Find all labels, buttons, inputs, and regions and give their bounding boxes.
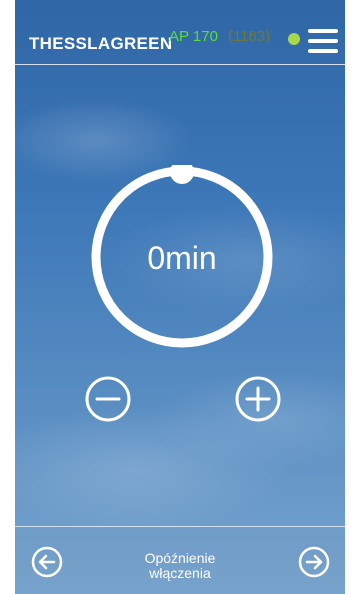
delay-value: 0min (147, 240, 217, 276)
arrow-right-circle-icon (298, 546, 330, 578)
connection-status-icon (288, 33, 300, 45)
screen-title-line1: Opóźnienie (144, 550, 216, 566)
device-serial: (1163) (228, 28, 271, 45)
increase-button[interactable] (234, 375, 282, 423)
decrease-button[interactable] (84, 375, 132, 423)
dial-handle[interactable] (170, 165, 194, 184)
plus-circle-icon (235, 376, 281, 422)
top-bar: THESSLAGREEN AP 170 (1163) (15, 0, 345, 65)
screen-title: Opóźnienie włączenia (105, 551, 255, 581)
screen-title-line2: włączenia (149, 565, 211, 581)
bottom-nav: Opóźnienie włączenia (15, 526, 345, 594)
previous-button[interactable] (31, 546, 63, 578)
app-screen: THESSLAGREEN AP 170 (1163) 0min Opóźnien… (15, 0, 345, 594)
minus-circle-icon (85, 376, 131, 422)
brand-logo-text: THESSLAGREEN (29, 34, 173, 53)
next-button[interactable] (298, 546, 330, 578)
arrow-left-circle-icon (31, 546, 63, 578)
hamburger-menu-icon[interactable] (308, 29, 338, 53)
device-model: AP 170 (169, 28, 218, 45)
